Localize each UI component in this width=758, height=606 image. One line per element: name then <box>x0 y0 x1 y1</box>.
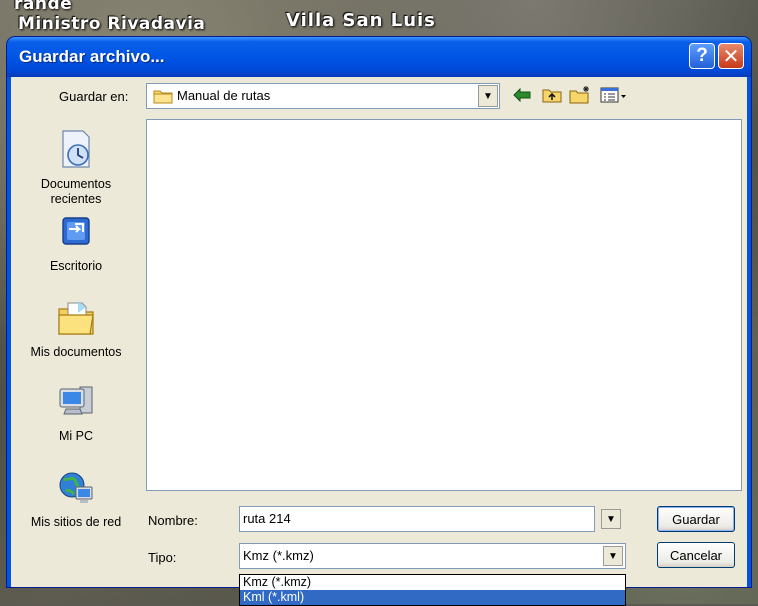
place-label: Documentos <box>40 177 112 191</box>
map-label: Ministro Rivadavia <box>18 14 206 34</box>
save-in-label: Guardar en: <box>59 89 129 104</box>
filename-history-arrow[interactable]: ▼ <box>601 509 621 529</box>
my-computer-icon <box>59 386 93 415</box>
close-icon: ✕ <box>722 45 740 68</box>
place-my-documents[interactable]: Mis documentos <box>11 299 141 360</box>
file-list[interactable] <box>146 119 742 491</box>
place-label: Escritorio <box>49 259 103 273</box>
place-my-computer[interactable]: Mi PC <box>11 383 141 444</box>
map-label: Villa San Luis <box>286 10 436 31</box>
chevron-down-icon[interactable]: ▼ <box>603 546 623 566</box>
view-menu-icon <box>600 87 626 103</box>
new-folder-button[interactable] <box>569 85 591 105</box>
up-folder-button[interactable] <box>541 85 563 105</box>
network-places-icon <box>59 472 93 503</box>
dialog-title: Guardar archivo... <box>19 47 165 66</box>
recent-documents-icon <box>62 130 90 168</box>
up-folder-icon <box>542 89 562 103</box>
place-label: Mi PC <box>58 429 94 443</box>
place-label: Mis documentos <box>30 345 122 359</box>
back-arrow-icon <box>513 88 531 102</box>
place-label: Mis sitios de red <box>30 515 122 529</box>
view-menu-button[interactable] <box>599 85 629 105</box>
filename-value: ruta 214 <box>243 511 291 526</box>
filetype-select[interactable]: Kmz (*.kmz) <box>239 543 626 569</box>
dialog-body: Guardar en: Manual de rutas ▼ Documentos… <box>11 77 747 606</box>
filename-label: Nombre: <box>148 513 198 528</box>
my-documents-icon <box>58 301 94 335</box>
chevron-down-icon[interactable]: ▼ <box>478 85 498 107</box>
place-desktop[interactable]: Escritorio <box>11 215 141 274</box>
save-file-dialog: Guardar archivo... ? ✕ Guardar en: Manua… <box>7 37 751 606</box>
place-label: recientes <box>50 192 102 206</box>
filetype-option-selected[interactable]: Kml (*.kml) <box>240 590 625 605</box>
folder-icon <box>153 90 173 104</box>
title-bar[interactable]: Guardar archivo... ? ✕ <box>7 37 751 77</box>
help-icon: ? <box>696 45 708 66</box>
filename-input[interactable]: ruta 214 <box>239 506 595 532</box>
help-button[interactable]: ? <box>689 43 715 69</box>
place-network[interactable]: Mis sitios de red <box>11 469 141 530</box>
save-button[interactable]: Guardar <box>657 506 735 532</box>
save-in-combo[interactable]: Manual de rutas ▼ <box>146 83 500 109</box>
new-folder-icon <box>569 86 589 104</box>
place-recent-documents[interactable]: Documentos recientes <box>11 129 141 207</box>
filetype-label: Tipo: <box>148 550 177 565</box>
filetype-option[interactable]: Kmz (*.kmz) <box>240 575 625 590</box>
cancel-button[interactable]: Cancelar <box>657 542 735 568</box>
back-button[interactable] <box>511 85 533 105</box>
close-button[interactable]: ✕ <box>718 43 744 69</box>
map-label: rande <box>14 0 73 14</box>
desktop-icon <box>62 217 90 245</box>
save-in-value: Manual de rutas <box>177 88 271 103</box>
filetype-value: Kmz (*.kmz) <box>243 548 314 563</box>
filetype-dropdown-list: Kmz (*.kmz) Kml (*.kml) <box>239 574 626 606</box>
